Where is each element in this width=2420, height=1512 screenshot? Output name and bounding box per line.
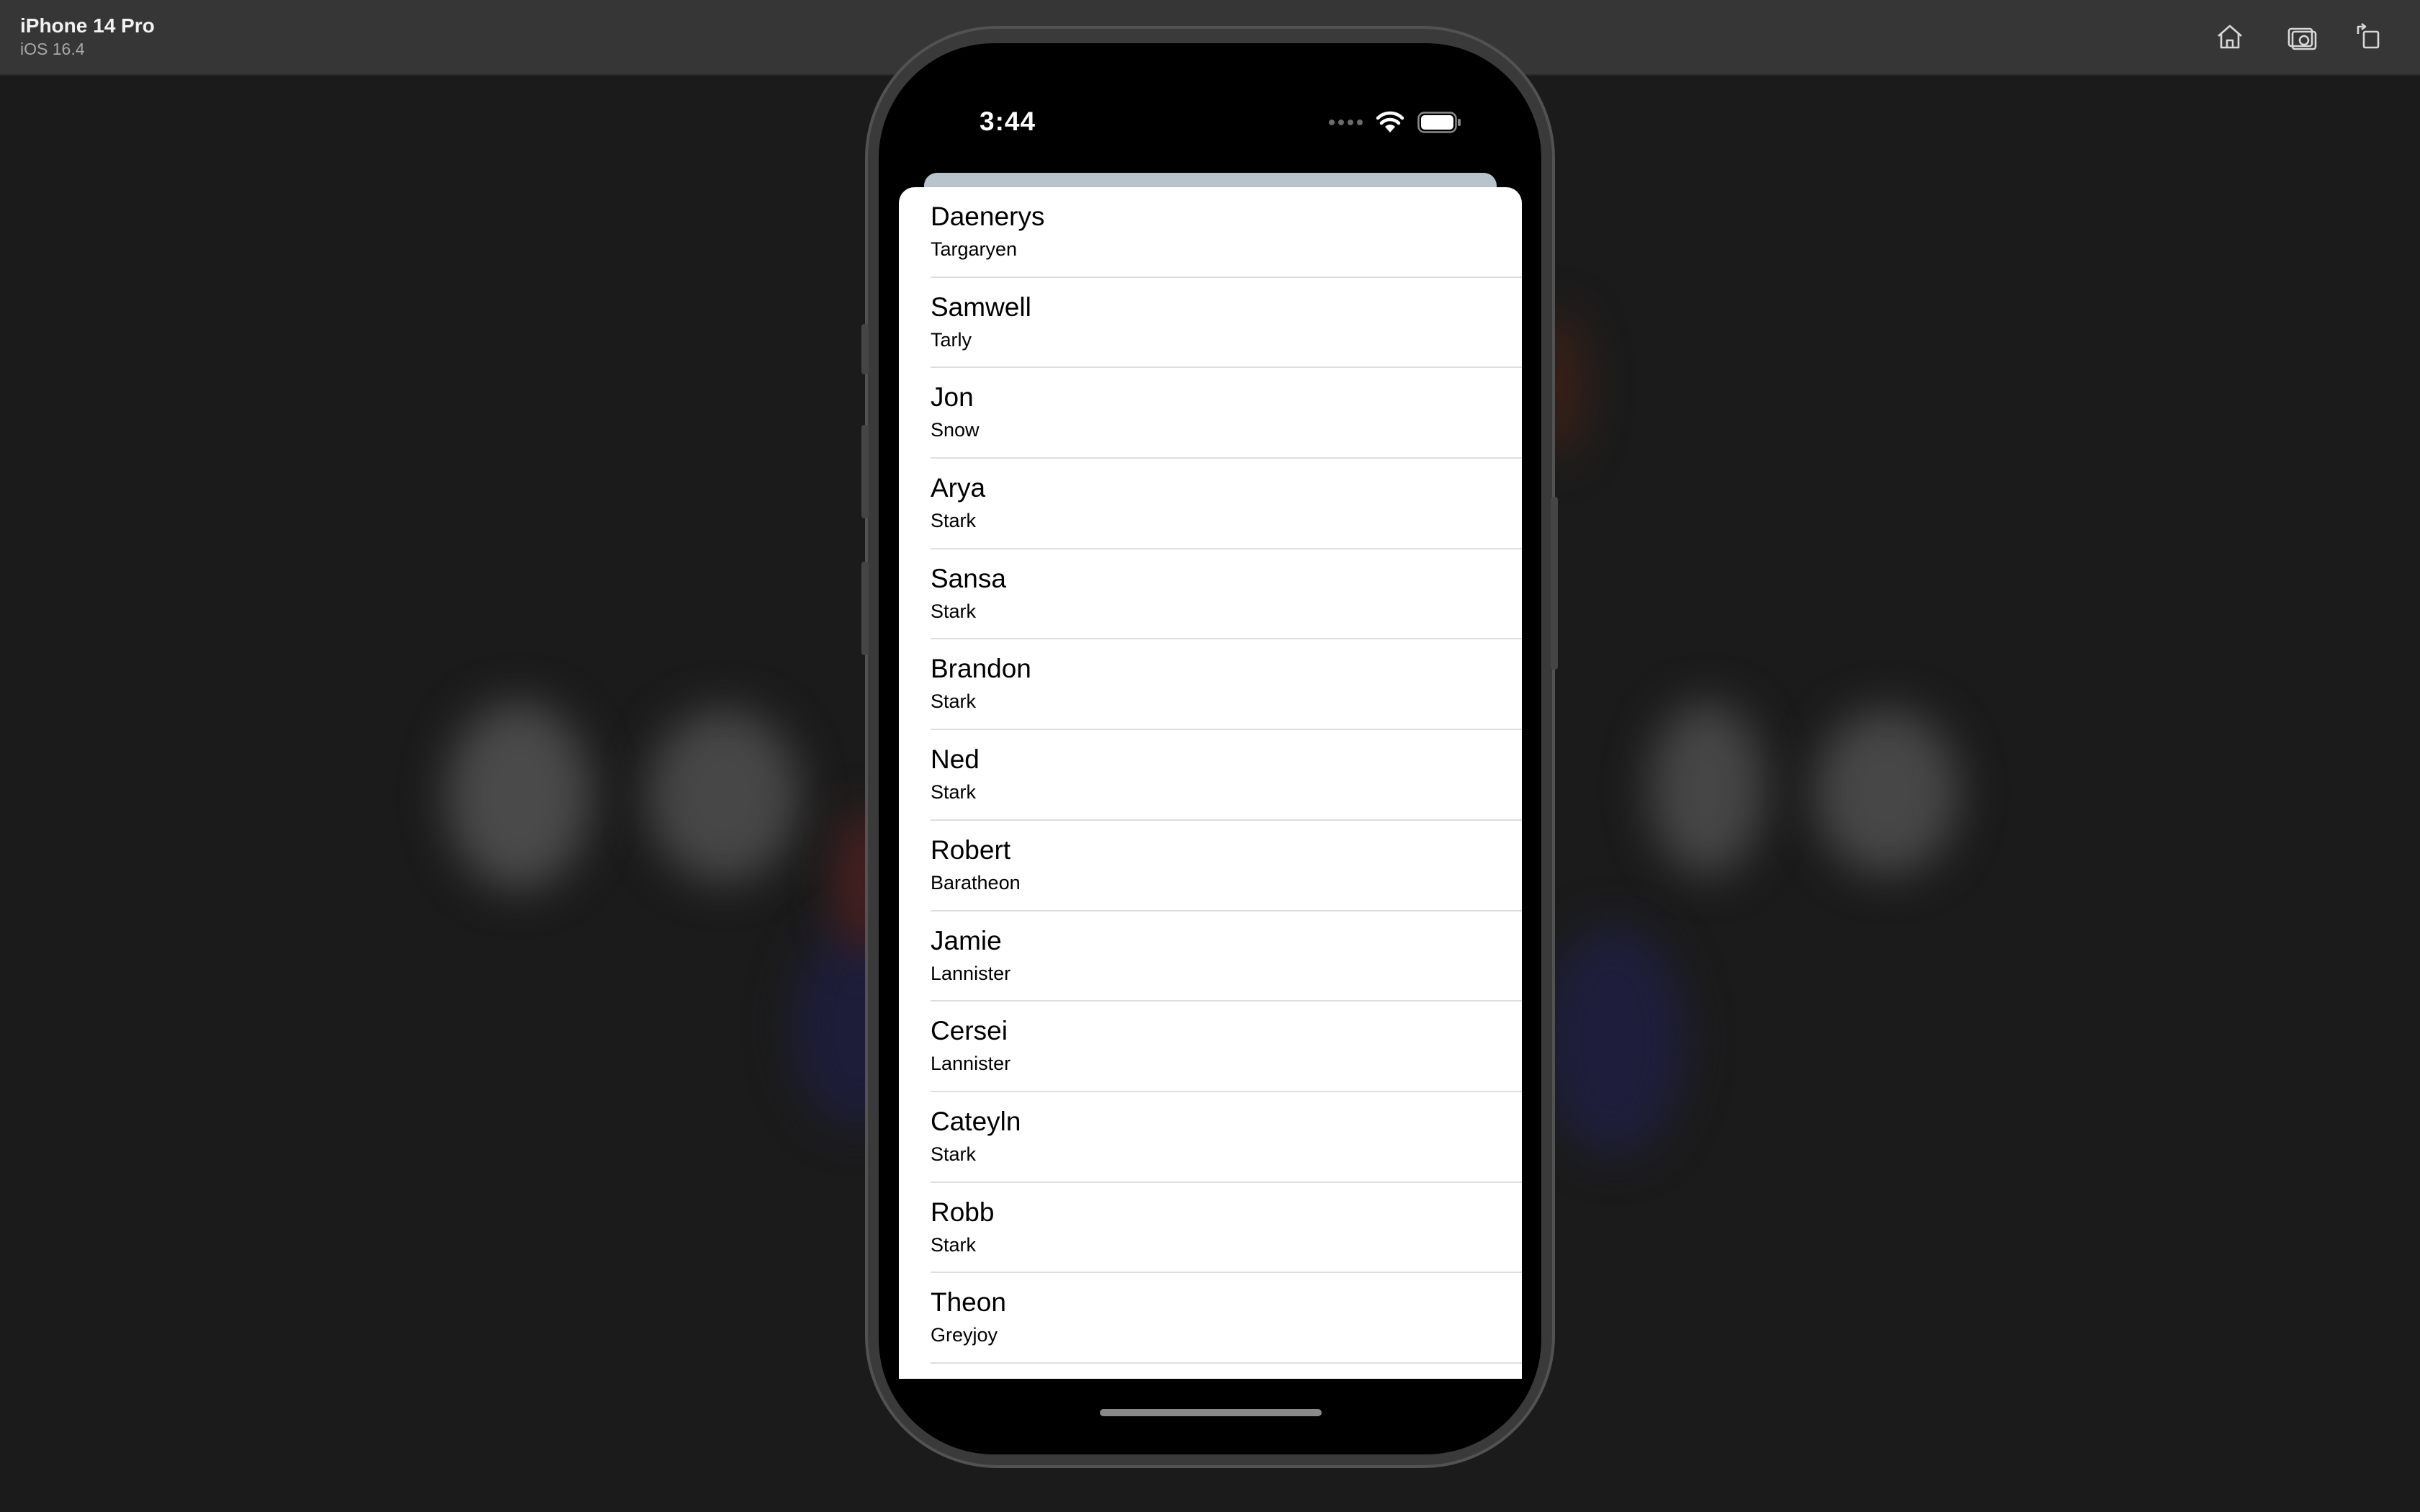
last-name: Lannister [931, 1053, 1011, 1075]
people-list: Daenerys Targaryen Samwell Tarly Jon Sno… [899, 187, 1522, 1364]
list-item[interactable]: Jamie Lannister [899, 912, 1522, 1002]
list-item[interactable]: Robb Stark [899, 1183, 1522, 1274]
last-name: Stark [931, 600, 977, 622]
first-name: Brandon [931, 654, 1031, 684]
first-name: Cateyln [931, 1106, 1021, 1136]
status-icons [1329, 108, 1462, 137]
last-name: Stark [931, 510, 977, 532]
cellular-signal-icon [1329, 120, 1363, 125]
list-item[interactable]: Brandon Stark [899, 639, 1522, 730]
home-button[interactable] [2211, 18, 2249, 55]
first-name: Robert [931, 834, 1011, 865]
first-name: Theon [931, 1287, 1006, 1318]
list-item[interactable]: Arya Stark [899, 459, 1522, 549]
os-version: iOS 16.4 [20, 40, 85, 58]
last-name: Tarly [931, 328, 972, 351]
camera-icon [2287, 27, 2317, 50]
last-name: Stark [931, 690, 977, 713]
last-name: Snow [931, 419, 980, 441]
blurred-blob [1649, 702, 1765, 875]
first-name: Ned [931, 744, 980, 775]
list-item[interactable]: Robert Baratheon [899, 821, 1522, 912]
list-item[interactable]: Samwell Tarly [899, 278, 1522, 369]
list-item[interactable]: Cersei Lannister [899, 1002, 1522, 1092]
volume-up-button [861, 425, 869, 518]
first-name: Jamie [931, 925, 1002, 955]
last-name: Stark [931, 1143, 977, 1165]
last-name: Stark [931, 781, 977, 804]
blurred-blob [1815, 709, 1959, 875]
home-indicator[interactable] [1100, 1409, 1322, 1416]
volume-down-button [861, 562, 869, 655]
list-item[interactable]: Jon Snow [899, 368, 1522, 459]
list-item[interactable]: Sansa Stark [899, 549, 1522, 640]
screenshot-button[interactable] [2283, 18, 2321, 55]
last-name: Greyjoy [931, 1324, 998, 1346]
wifi-icon [1376, 111, 1404, 132]
last-name: Lannister [931, 962, 1011, 984]
battery-icon [1417, 112, 1461, 133]
list-item[interactable]: Theon Greyjoy [899, 1273, 1522, 1364]
device-name: iPhone 14 Pro [20, 14, 155, 37]
mute-switch [861, 324, 869, 374]
power-button [1551, 497, 1558, 670]
list-item[interactable]: Cateyln Stark [899, 1092, 1522, 1183]
first-name: Daenerys [931, 202, 1045, 231]
first-name: Sansa [931, 563, 1006, 593]
list-item[interactable]: Ned Stark [899, 730, 1522, 821]
first-name: Samwell [931, 292, 1031, 322]
first-name: Cersei [931, 1016, 1008, 1046]
last-name: Baratheon [931, 871, 1021, 894]
first-name: Robb [931, 1197, 995, 1227]
list-item[interactable]: Daenerys Targaryen [899, 187, 1522, 278]
blurred-blob [447, 702, 591, 889]
rotate-button[interactable] [2349, 18, 2387, 55]
rotate-icon [2357, 22, 2380, 49]
first-name: Arya [931, 473, 986, 503]
first-name: Jon [931, 382, 974, 413]
house-icon [2218, 24, 2242, 49]
status-time: 3:44 [980, 107, 1036, 136]
blurred-blob [648, 709, 799, 882]
modal-sheet: Daenerys Targaryen Samwell Tarly Jon Sno… [899, 187, 1522, 1379]
last-name: Stark [931, 1233, 977, 1256]
blurred-blob [1541, 925, 1685, 1156]
last-name: Targaryen [931, 238, 1018, 260]
iphone-screen: 3:44 Daenerys Targaryen Samwell Tarly Jo… [879, 43, 1541, 1454]
